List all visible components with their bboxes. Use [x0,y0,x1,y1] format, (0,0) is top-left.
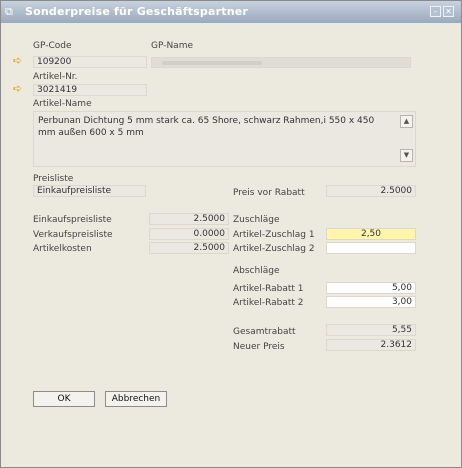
zuschlaege-heading: Zuschläge [233,215,280,225]
scroll-up-icon[interactable]: ▲ [400,115,413,128]
artikel-name-label: Artikel-Name [33,99,92,109]
gesamtrabatt-label: Gesamtrabatt [233,327,296,337]
link-arrow-icon[interactable]: ➪ [13,83,25,94]
dialog-window: ⧉ Sonderpreise für Geschäftspartner – ✕ … [0,0,462,468]
artikel-rabatt-2-label: Artikel-Rabatt 2 [233,298,304,308]
artikel-zuschlag-2-field[interactable] [326,242,416,254]
verkaufspreisliste-label: Verkaufspreisliste [33,230,113,240]
artikel-rabatt-1-label: Artikel-Rabatt 1 [233,284,304,294]
artikelkosten-label: Artikelkosten [33,244,92,254]
window-icon: ⧉ [5,5,13,18]
preisliste-field[interactable]: Einkaufpreisliste [33,185,146,197]
gp-code-field[interactable]: 109200 [33,56,147,68]
neuer-preis-label: Neuer Preis [233,342,285,352]
verkaufspreisliste-field[interactable]: 0.0000 [149,228,229,240]
abschlaege-heading: Abschläge [233,266,280,276]
gp-code-label: GP-Code [33,41,72,51]
gesamtrabatt-field[interactable]: 5,55 [326,324,416,336]
artikel-nr-field[interactable]: 3021419 [33,84,147,96]
artikel-rabatt-1-field[interactable]: 5,00 [326,282,416,294]
artikel-name-textarea[interactable]: Perbunan Dichtung 5 mm stark ca. 65 Shor… [33,111,416,167]
artikel-zuschlag-1-label: Artikel-Zuschlag 1 [233,230,315,240]
artikel-rabatt-2-field[interactable]: 3,00 [326,296,416,308]
redacted-text [162,61,262,65]
preisliste-label: Preisliste [33,174,74,184]
artikel-nr-label: Artikel-Nr. [33,72,78,82]
gp-name-field[interactable] [151,57,411,68]
neuer-preis-field[interactable]: 2.3612 [326,339,416,351]
scroll-down-icon[interactable]: ▼ [400,149,413,162]
preis-vor-rabatt-field[interactable]: 2.5000 [326,185,416,197]
link-arrow-icon[interactable]: ➪ [13,55,25,66]
cancel-button[interactable]: Abbrechen [105,391,167,407]
gp-name-label: GP-Name [151,41,194,51]
einkaufspreisliste-field[interactable]: 2.5000 [149,213,229,225]
minimize-icon[interactable]: – [430,6,441,17]
einkaufspreisliste-label: Einkaufspreisliste [33,215,112,225]
close-icon[interactable]: ✕ [443,6,454,17]
artikel-name-text: Perbunan Dichtung 5 mm stark ca. 65 Shor… [38,116,375,138]
artikel-zuschlag-1-field[interactable]: 2,50 [326,228,416,240]
artikelkosten-field[interactable]: 2.5000 [149,242,229,254]
ok-button[interactable]: OK [33,391,95,407]
title-bar[interactable]: ⧉ Sonderpreise für Geschäftspartner – ✕ [1,1,461,23]
artikel-zuschlag-2-label: Artikel-Zuschlag 2 [233,244,315,254]
window-title: Sonderpreise für Geschäftspartner [25,5,249,18]
preis-vor-rabatt-label: Preis vor Rabatt [233,188,305,198]
